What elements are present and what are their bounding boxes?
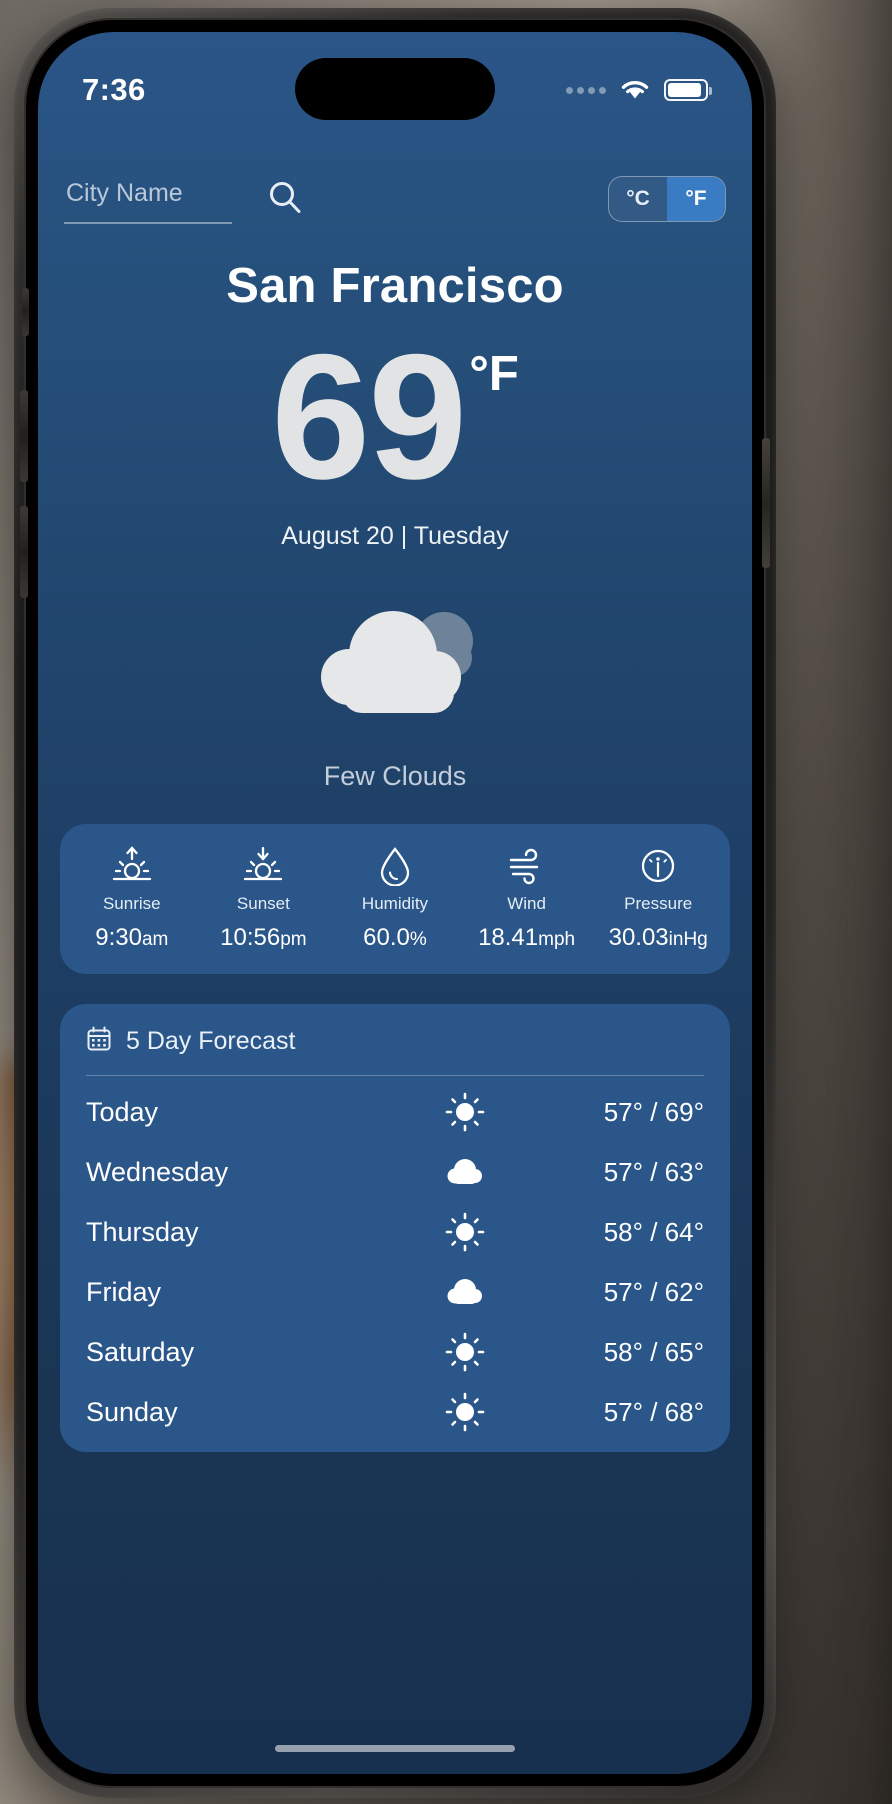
status-bar-indicators xyxy=(566,75,712,106)
volume-up-button[interactable] xyxy=(20,390,28,482)
signal-dots-icon xyxy=(566,86,606,94)
stat-sunrise: Sunrise 9:30am xyxy=(66,844,198,952)
status-bar-time: 7:36 xyxy=(82,72,146,107)
phone-screen: 7:36 City Name °C °F San Francisco 69 °F… xyxy=(38,32,752,1774)
city-name: San Francisco xyxy=(226,259,564,313)
stat-label: Wind xyxy=(507,894,546,914)
sunrise-icon xyxy=(66,844,198,888)
forecast-divider xyxy=(86,1075,704,1077)
sun-icon xyxy=(420,1330,510,1374)
phone-device: 7:36 City Name °C °F San Francisco 69 °F… xyxy=(14,8,776,1798)
forecast-temps: 57° / 68° xyxy=(603,1396,704,1427)
forecast-temps: 58° / 64° xyxy=(603,1216,704,1247)
forecast-temps: 57° / 69° xyxy=(603,1096,704,1127)
weather-stats-card: Sunrise 9:30am Sunset 10:56pm Humidity 6… xyxy=(60,824,730,975)
silent-switch[interactable] xyxy=(22,288,29,336)
table-row[interactable]: Wednesday 57° / 63° xyxy=(86,1142,704,1202)
current-temperature-value: 69 xyxy=(271,317,467,516)
search-row: °C °F xyxy=(60,140,730,236)
forecast-temps: 58° / 65° xyxy=(603,1336,704,1367)
dynamic-island xyxy=(295,58,495,120)
humidity-icon xyxy=(329,844,461,888)
table-row[interactable]: Saturday 58° / 65° xyxy=(86,1322,704,1382)
condition-text: Few Clouds xyxy=(323,761,467,792)
sunset-icon xyxy=(198,844,330,888)
condition-icon-wrap xyxy=(60,593,730,733)
desk-background: 7:36 City Name °C °F San Francisco 69 °F… xyxy=(0,0,892,1804)
calendar-icon xyxy=(86,1026,112,1057)
stat-label: Sunrise xyxy=(102,894,161,914)
home-indicator[interactable] xyxy=(275,1745,515,1752)
sun-icon xyxy=(420,1390,510,1434)
forecast-card: 5 Day Forecast Today 57° / 69° Wednesday… xyxy=(60,1004,730,1453)
unit-toggle-celsius[interactable]: °C xyxy=(609,177,667,221)
stat-label: Humidity xyxy=(361,894,429,914)
stat-value: 10:56pm xyxy=(220,924,307,952)
unit-toggle-fahrenheit[interactable]: °F xyxy=(667,177,725,221)
forecast-day: Wednesday xyxy=(86,1156,229,1187)
forecast-day: Saturday xyxy=(86,1336,195,1367)
stat-value: 60.0% xyxy=(363,924,427,952)
sun-icon xyxy=(420,1090,510,1134)
search-input[interactable] xyxy=(64,174,232,224)
stat-humidity: Humidity 60.0% xyxy=(329,844,461,952)
forecast-day: Sunday xyxy=(86,1396,178,1427)
forecast-header: 5 Day Forecast xyxy=(86,1026,704,1057)
forecast-day: Thursday xyxy=(86,1216,199,1247)
table-row[interactable]: Thursday 58° / 64° xyxy=(86,1202,704,1262)
stat-wind: Wind 18.41mph xyxy=(461,844,593,952)
unit-toggle[interactable]: °C °F xyxy=(608,176,726,222)
power-button[interactable] xyxy=(762,438,770,568)
search-icon[interactable] xyxy=(266,178,304,221)
table-row[interactable]: Friday 57° / 62° xyxy=(86,1262,704,1322)
cloud-icon xyxy=(420,1154,510,1190)
table-row[interactable]: Sunday 57° / 68° xyxy=(86,1382,704,1442)
forecast-temps: 57° / 62° xyxy=(603,1276,704,1307)
sun-icon xyxy=(420,1210,510,1254)
stat-sunset: Sunset 10:56pm xyxy=(198,844,330,952)
current-temperature-block: 69 °F xyxy=(60,317,730,516)
pressure-icon xyxy=(592,844,724,888)
cloud-icon xyxy=(420,1274,510,1310)
few-clouds-icon xyxy=(292,593,498,733)
forecast-day: Today xyxy=(86,1096,159,1127)
wifi-icon xyxy=(618,75,652,106)
stat-label: Sunset xyxy=(236,894,290,914)
volume-down-button[interactable] xyxy=(20,506,28,598)
forecast-title: 5 Day Forecast xyxy=(126,1027,296,1056)
stat-pressure: Pressure 30.03inHg xyxy=(592,844,724,952)
stat-value: 18.41mph xyxy=(478,924,576,952)
wind-icon xyxy=(461,844,593,888)
search-group xyxy=(64,174,304,224)
stat-label: Pressure xyxy=(624,894,693,914)
current-temperature-unit: °F xyxy=(469,347,519,401)
current-date: August 20 | Tuesday xyxy=(281,522,509,551)
forecast-day: Friday xyxy=(86,1276,162,1307)
weather-app: °C °F San Francisco 69 °F August 20 | Tu… xyxy=(38,140,752,1774)
stat-value: 30.03inHg xyxy=(608,924,708,952)
battery-icon xyxy=(664,79,712,101)
table-row[interactable]: Today 57° / 69° xyxy=(86,1082,704,1142)
forecast-temps: 57° / 63° xyxy=(603,1156,704,1187)
stat-value: 9:30am xyxy=(95,924,169,952)
